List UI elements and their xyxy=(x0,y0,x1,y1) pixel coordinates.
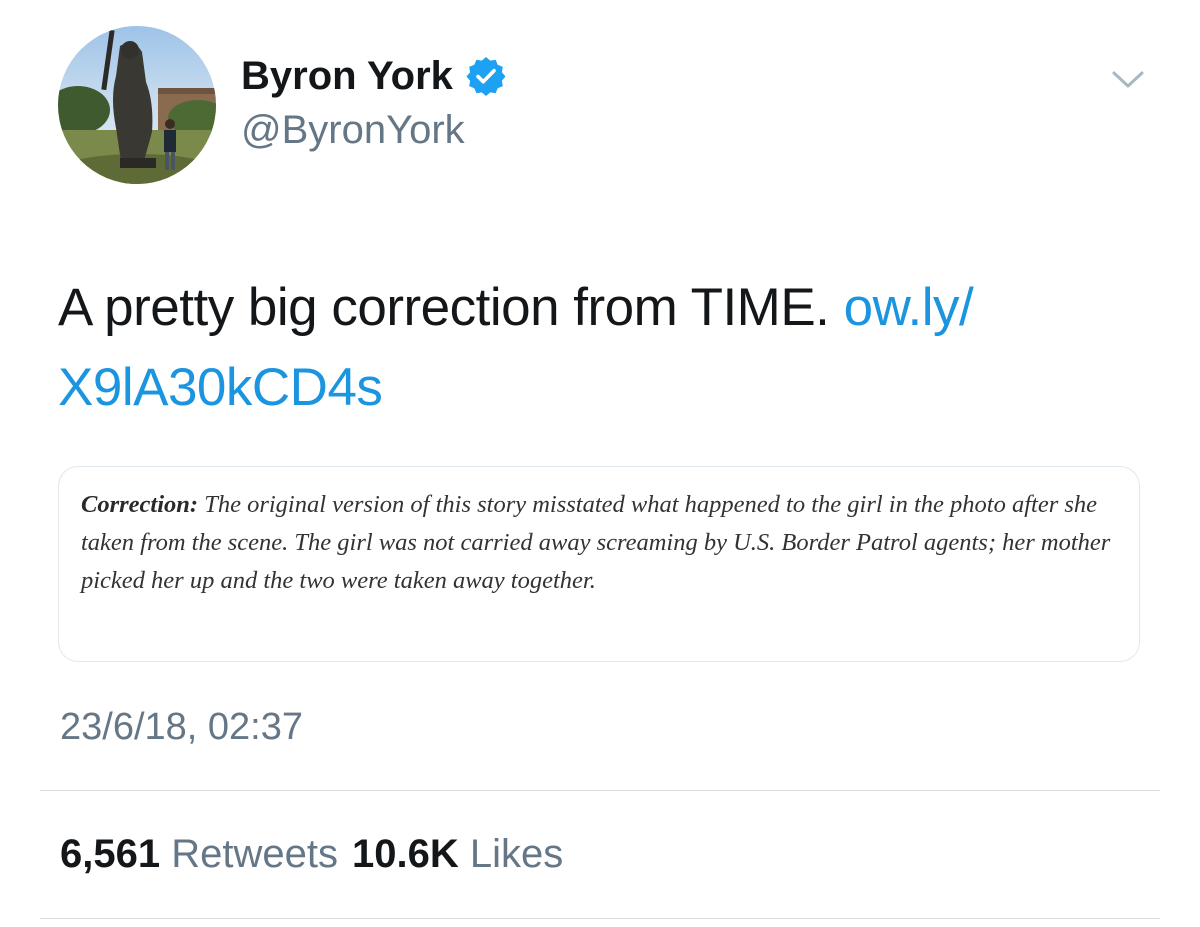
verified-badge-icon xyxy=(465,55,507,97)
likes-label: Likes xyxy=(469,832,564,876)
user-display-name[interactable]: Byron York xyxy=(241,52,507,100)
avatar[interactable] xyxy=(58,26,216,184)
chevron-down-icon[interactable] xyxy=(1108,64,1148,94)
tweet-text: A pretty big correction from TIME. ow.ly… xyxy=(58,268,1158,428)
divider xyxy=(40,918,1160,919)
likes-count: 10.6K xyxy=(351,832,459,876)
retweets-stat[interactable]: 6,561 Retweets xyxy=(60,832,338,876)
correction-label: Correction: xyxy=(81,491,199,518)
tweet-timestamp[interactable]: 23/6/18, 02:37 xyxy=(60,704,303,750)
retweets-count: 6,561 xyxy=(60,832,161,876)
likes-stat[interactable]: 10.6K Likes xyxy=(352,832,563,876)
divider xyxy=(40,790,1160,791)
correction-text: Correction: The original version of this… xyxy=(81,486,1131,600)
correction-body: The original version of this story misst… xyxy=(81,491,1111,594)
retweets-label: Retweets xyxy=(171,832,338,876)
tweet-body: A pretty big correction from TIME. xyxy=(58,278,844,337)
display-name-text: Byron York xyxy=(241,54,453,98)
media-card[interactable]: Correction: The original version of this… xyxy=(58,466,1140,662)
tweet-stats: 6,561 Retweets 10.6K Likes xyxy=(60,830,563,878)
user-handle[interactable]: @ByronYork xyxy=(241,106,465,154)
